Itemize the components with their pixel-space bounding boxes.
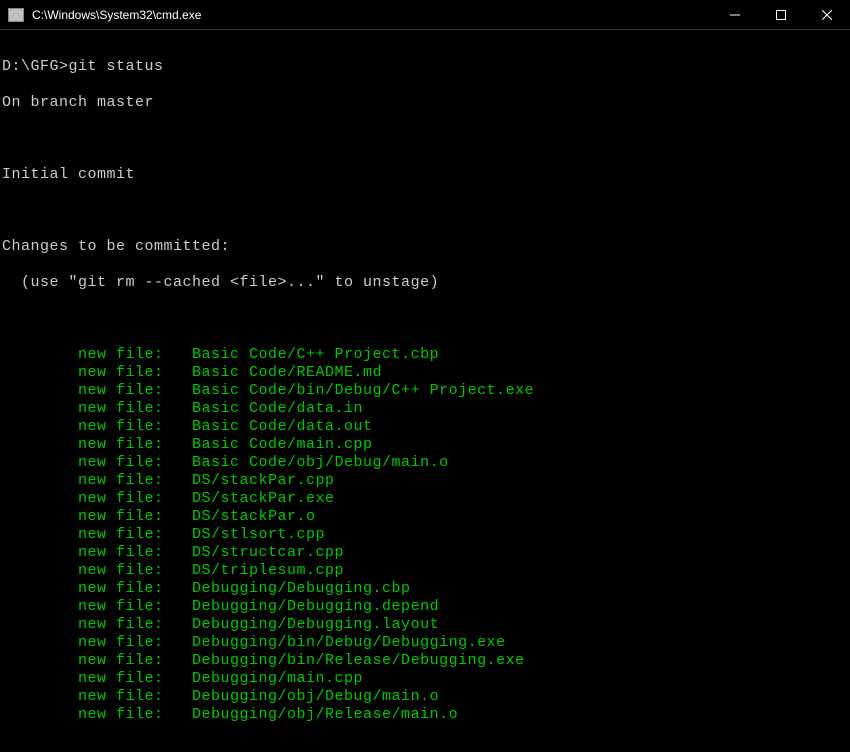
file-entry: new file: Basic Code/data.in — [2, 400, 848, 418]
file-entry: new file: Basic Code/obj/Debug/main.o — [2, 454, 848, 472]
file-entry: new file: Debugging/obj/Debug/main.o — [2, 688, 848, 706]
file-entry: new file: Basic Code/data.out — [2, 418, 848, 436]
file-entry: new file: Basic Code/README.md — [2, 364, 848, 382]
file-list: new file: Basic Code/C++ Project.cbp new… — [2, 346, 848, 724]
blank-line — [2, 130, 848, 148]
prompt: D:\GFG> — [2, 58, 69, 75]
window-title: C:\Windows\System32\cmd.exe — [32, 8, 712, 22]
file-entry: new file: Basic Code/bin/Debug/C++ Proje… — [2, 382, 848, 400]
command-line: D:\GFG>git status — [2, 58, 848, 76]
changes-header: Changes to be committed: — [2, 238, 848, 256]
file-entry: new file: Debugging/main.cpp — [2, 670, 848, 688]
file-entry: new file: DS/stackPar.o — [2, 508, 848, 526]
file-entry: new file: Debugging/bin/Debug/Debugging.… — [2, 634, 848, 652]
close-button[interactable] — [804, 0, 850, 29]
blank-line — [2, 202, 848, 220]
file-entry: new file: Basic Code/main.cpp — [2, 436, 848, 454]
blank-line — [2, 310, 848, 328]
file-entry: new file: DS/stlsort.cpp — [2, 526, 848, 544]
maximize-button[interactable] — [758, 0, 804, 29]
file-entry: new file: Debugging/Debugging.cbp — [2, 580, 848, 598]
file-entry: new file: DS/triplesum.cpp — [2, 562, 848, 580]
branch-info: On branch master — [2, 94, 848, 112]
file-entry: new file: Debugging/Debugging.layout — [2, 616, 848, 634]
file-entry: new file: Debugging/Debugging.depend — [2, 598, 848, 616]
window-controls — [712, 0, 850, 29]
command-text: git status — [69, 58, 164, 75]
file-entry: new file: Basic Code/C++ Project.cbp — [2, 346, 848, 364]
file-entry: new file: DS/stackPar.cpp — [2, 472, 848, 490]
titlebar: C:\Windows\System32\cmd.exe — [0, 0, 850, 30]
file-entry: new file: Debugging/bin/Release/Debuggin… — [2, 652, 848, 670]
unstage-hint: (use "git rm --cached <file>..." to unst… — [2, 274, 848, 292]
initial-commit: Initial commit — [2, 166, 848, 184]
minimize-button[interactable] — [712, 0, 758, 29]
terminal-output[interactable]: D:\GFG>git status On branch master Initi… — [0, 30, 850, 752]
file-entry: new file: DS/stackPar.exe — [2, 490, 848, 508]
file-entry: new file: DS/structcar.cpp — [2, 544, 848, 562]
file-entry: new file: Debugging/obj/Release/main.o — [2, 706, 848, 724]
cmd-icon — [8, 8, 24, 22]
